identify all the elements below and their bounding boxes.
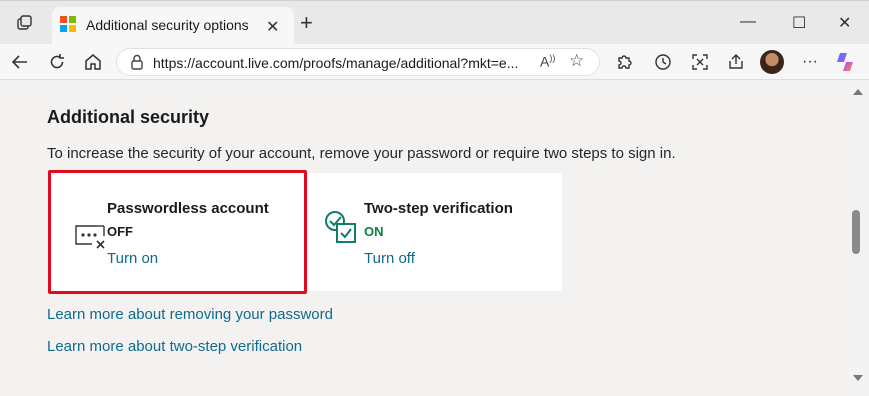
url-path: /proofs/manage/additional?mkt=e... (299, 55, 519, 71)
address-bar[interactable]: https://account.live.com/proofs/manage/a… (116, 48, 600, 76)
profile-avatar[interactable] (760, 50, 784, 74)
more-options-button[interactable]: ··· (798, 50, 822, 74)
microsoft-logo-icon (60, 16, 76, 32)
screenshot-icon (692, 54, 708, 70)
home-button[interactable] (81, 50, 105, 74)
page-description: To increase the security of your account… (47, 145, 676, 162)
vertical-scrollbar[interactable] (848, 81, 869, 396)
scroll-up-arrow-icon[interactable] (853, 89, 863, 95)
passwordless-status: OFF (107, 224, 133, 239)
copilot-icon[interactable] (833, 50, 857, 74)
passwordless-title: Passwordless account (107, 200, 269, 217)
share-icon (729, 54, 743, 69)
passwordless-turn-on-link[interactable]: Turn on (107, 250, 158, 267)
history-button[interactable] (651, 50, 675, 74)
back-button[interactable] (8, 50, 32, 74)
refresh-button[interactable] (45, 50, 69, 74)
two-step-check-icon (325, 211, 356, 243)
minimize-button[interactable]: — (740, 13, 756, 31)
read-aloud-icon[interactable]: A)) (540, 53, 555, 70)
scrollbar-thumb[interactable] (852, 210, 860, 254)
two-step-turn-off-link[interactable]: Turn off (364, 250, 415, 267)
scroll-down-arrow-icon[interactable] (853, 375, 863, 381)
tab-close-icon[interactable]: ✕ (266, 17, 279, 37)
new-tab-button[interactable]: + (300, 10, 313, 36)
close-window-button[interactable]: ✕ (838, 13, 851, 33)
workspaces-icon[interactable] (14, 13, 36, 35)
maximize-button[interactable]: ☐ (792, 13, 806, 33)
puzzle-icon (618, 55, 632, 69)
page-heading: Additional security (47, 107, 210, 127)
two-step-title: Two-step verification (364, 200, 513, 217)
screenshot-button[interactable] (688, 50, 712, 74)
two-step-status: ON (364, 224, 384, 239)
title-bar: Additional security options ✕ + — ☐ ✕ (0, 0, 869, 45)
learn-more-removing-password-link[interactable]: Learn more about removing your password (47, 306, 333, 323)
lock-icon[interactable] (129, 53, 145, 71)
share-button[interactable] (724, 50, 748, 74)
learn-more-two-step-link[interactable]: Learn more about two-step verification (47, 338, 302, 355)
url-host: account.live.com (195, 55, 300, 71)
favorite-star-icon[interactable]: ☆ (569, 51, 584, 71)
url-text[interactable]: https://account.live.com/proofs/manage/a… (153, 55, 518, 71)
back-arrow-icon (11, 55, 27, 69)
refresh-icon (50, 54, 64, 69)
home-icon (85, 54, 101, 70)
browser-tab-active[interactable]: Additional security options ✕ (52, 7, 294, 45)
browser-toolbar: https://account.live.com/proofs/manage/a… (0, 44, 869, 80)
extensions-button[interactable] (612, 50, 636, 74)
url-prefix: https:// (153, 55, 196, 71)
tab-title: Additional security options (86, 17, 249, 33)
history-icon (655, 54, 671, 70)
passwordless-icon (75, 225, 105, 249)
